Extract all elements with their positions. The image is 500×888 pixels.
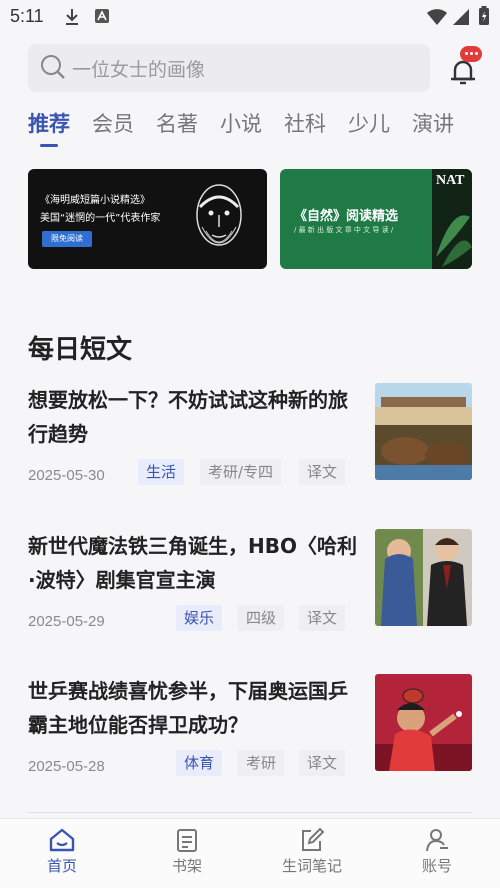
tab-recommended[interactable]: 推荐	[28, 108, 70, 148]
nav-label: 书架	[171, 857, 202, 875]
nav-label: 首页	[46, 857, 77, 875]
article-title: 新世代魔法铁三角诞生，HBO〈哈利·波特〉剧集官宣主演	[28, 534, 357, 592]
magazine-title: NAT	[436, 173, 465, 188]
banner-subtitle: 美国“迷惘的一代”代表作家	[40, 213, 161, 224]
category-tag: 生活	[138, 459, 185, 485]
article-thumbnail	[375, 383, 472, 480]
banner-hemingway[interactable]: 《海明威短篇小说精选》 美国“迷惘的一代”代表作家 限免阅读	[28, 169, 267, 269]
leaf-illustration	[436, 215, 472, 267]
nav-label: 生词笔记	[281, 857, 342, 875]
notes-icon	[302, 827, 325, 851]
article-title: 想要放松一下？不妨试试这种新的旅行趋势	[28, 388, 348, 446]
translation-tag: 译文	[299, 605, 346, 631]
author-portrait-illustration	[196, 184, 242, 246]
bottom-navigation: 首页 书架 生词笔记 账号	[0, 818, 500, 888]
tab-classics[interactable]: 名著	[156, 108, 198, 148]
magazine-cover: NAT	[432, 169, 472, 269]
account-icon	[426, 829, 448, 852]
battery-charging-icon	[479, 6, 489, 25]
category-tag: 娱乐	[176, 605, 223, 631]
article-item[interactable]: 世乒赛战绩喜忧参半，下届奥运国乒霸主地位能否捍卫成功？ 2025-05-28 体…	[28, 674, 472, 784]
article-date: 2025-05-28	[28, 758, 105, 775]
nav-account[interactable]: 账号	[392, 827, 482, 876]
article-title: 世乒赛战绩喜忧参半，下届奥运国乒霸主地位能否捍卫成功？	[28, 679, 348, 737]
category-tag: 体育	[176, 750, 223, 776]
article-date: 2025-05-29	[28, 613, 105, 630]
article-thumbnail	[375, 674, 472, 771]
banner-nature[interactable]: 《自然》阅读精选 / 最 新 出 版 文 章 中 文 导 读 / NAT	[280, 169, 472, 269]
nav-vocabulary-notes[interactable]: 生词笔记	[267, 827, 357, 876]
download-icon	[66, 9, 78, 25]
tab-children[interactable]: 少儿	[348, 108, 390, 148]
free-read-button[interactable]: 限免阅读	[42, 231, 92, 247]
header: 一位女士的画像	[28, 44, 482, 92]
search-bar[interactable]: 一位女士的画像	[28, 44, 430, 92]
article-item[interactable]: 想要放松一下？不妨试试这种新的旅行趋势 2025-05-30 生活 考研/专四 …	[28, 383, 472, 493]
divider	[28, 812, 472, 813]
banner-carousel: 《海明威短篇小说精选》 美国“迷惘的一代”代表作家 限免阅读 《自然》阅读精选 …	[28, 169, 472, 269]
bookshelf-icon	[177, 829, 197, 852]
cellular-signal-icon	[453, 9, 469, 25]
home-icon	[49, 828, 75, 852]
tab-member[interactable]: 会员	[92, 108, 134, 148]
tab-fiction[interactable]: 小说	[220, 108, 262, 148]
article-date: 2025-05-30	[28, 467, 105, 484]
banner-title: 《自然》阅读精选	[294, 209, 399, 224]
search-icon	[41, 55, 65, 79]
article-thumbnail	[375, 529, 472, 626]
level-tag: 考研	[238, 750, 285, 776]
level-tag: 四级	[238, 605, 285, 631]
tab-speeches[interactable]: 演讲	[412, 108, 454, 148]
article-item[interactable]: 新世代魔法铁三角诞生，HBO〈哈利·波特〉剧集官宣主演 2025-05-29 娱…	[28, 529, 472, 639]
section-title: 每日短文	[28, 335, 133, 365]
translation-tag: 译文	[299, 750, 346, 776]
banner-title: 《海明威短篇小说精选》	[40, 195, 150, 206]
notification-badge	[460, 46, 482, 62]
translation-tag: 译文	[299, 459, 346, 485]
wifi-icon	[427, 9, 447, 25]
nav-bookshelf[interactable]: 书架	[142, 827, 232, 876]
app-notification-icon	[95, 9, 109, 23]
tab-social-science[interactable]: 社科	[284, 108, 326, 148]
level-tag: 考研/专四	[200, 459, 282, 485]
status-bar: 5:11	[0, 0, 500, 34]
search-placeholder: 一位女士的画像	[72, 59, 206, 81]
banner-subtitle: / 最 新 出 版 文 章 中 文 导 读 /	[294, 226, 394, 234]
status-time: 5:11	[10, 6, 44, 26]
category-tabs: 推荐 会员 名著 小说 社科 少儿 演讲	[28, 108, 500, 148]
nav-home[interactable]: 首页	[17, 827, 107, 876]
nav-label: 账号	[421, 857, 452, 875]
